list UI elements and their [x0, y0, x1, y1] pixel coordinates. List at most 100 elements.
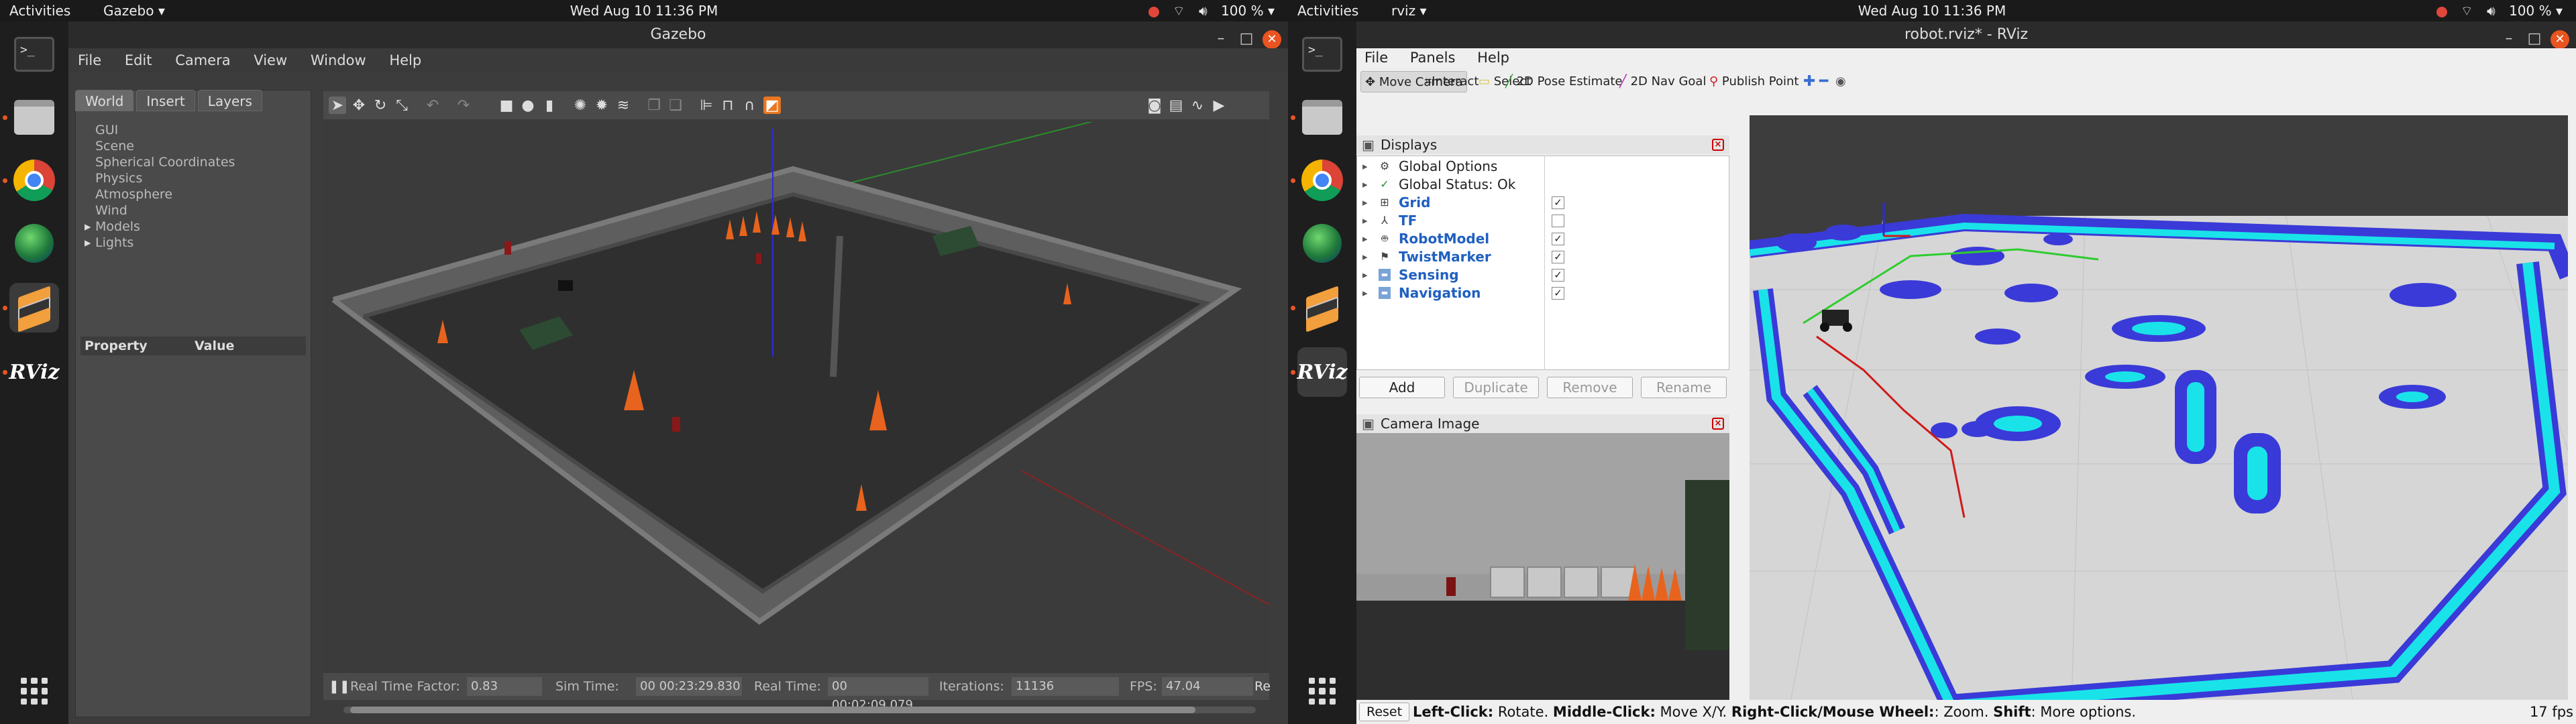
- video-record-icon[interactable]: ▶: [1210, 97, 1228, 114]
- tree-item-physics[interactable]: Physics: [85, 170, 235, 186]
- rviz-launcher[interactable]: RViz: [9, 347, 59, 397]
- enable-checkbox[interactable]: ✓: [1552, 196, 1564, 209]
- menu-view[interactable]: View: [254, 52, 287, 68]
- clock[interactable]: Wed Aug 10 11:36 PM: [1288, 0, 2576, 21]
- menu-help[interactable]: Help: [1477, 50, 1509, 66]
- directional-light-icon[interactable]: ≋: [614, 97, 632, 114]
- menu-window[interactable]: Window: [311, 52, 366, 68]
- display-row-robotmodel[interactable]: ▸ 🤖︎ RobotModel ✓: [1357, 230, 1730, 248]
- reset-time-button[interactable]: Re: [1254, 673, 1271, 700]
- copy-icon[interactable]: ❐: [645, 97, 663, 114]
- rename-button[interactable]: Rename: [1641, 377, 1727, 398]
- log-icon[interactable]: ▤: [1167, 97, 1185, 114]
- rotate-icon[interactable]: ↻: [372, 97, 389, 114]
- close-panel-icon[interactable]: ×: [1712, 139, 1724, 151]
- enable-checkbox[interactable]: ✓: [1552, 269, 1564, 282]
- plot-icon[interactable]: ∿: [1189, 97, 1206, 114]
- display-row-sensing[interactable]: ▸ ▬ Sensing ✓: [1357, 266, 1730, 284]
- app-launcher[interactable]: [1297, 219, 1347, 268]
- cylinder-shape-icon[interactable]: ▮: [541, 97, 558, 114]
- close-icon[interactable]: ✕: [2551, 30, 2569, 49]
- pose-estimate-tool[interactable]: ╱ 2D Pose Estimate: [1501, 71, 1627, 93]
- menu-file[interactable]: File: [1364, 50, 1388, 66]
- rviz-launcher[interactable]: RViz: [1297, 347, 1348, 397]
- tree-item-lights[interactable]: Lights: [85, 235, 235, 251]
- chrome-launcher[interactable]: [9, 156, 59, 205]
- publish-point-tool[interactable]: ⚲ Publish Point: [1705, 71, 1803, 93]
- reset-button[interactable]: Reset: [1359, 703, 1410, 721]
- display-row-grid[interactable]: ▸ ⊞ Grid ✓: [1357, 194, 1730, 212]
- gazebo-3d-viewport[interactable]: [323, 122, 1269, 673]
- window-titlebar[interactable]: robot.rviz* - RViz – □ ✕: [1356, 21, 2576, 49]
- minimize-icon[interactable]: –: [1212, 29, 1230, 48]
- enable-checkbox[interactable]: [1552, 215, 1564, 227]
- menu-panels[interactable]: Panels: [1410, 50, 1456, 66]
- maximize-icon[interactable]: □: [1237, 29, 1256, 48]
- add-button[interactable]: Add: [1359, 377, 1445, 398]
- system-tray[interactable]: ⌔ 🔊︎ 100 % ▾: [1139, 0, 1275, 21]
- display-row-global-status[interactable]: ▸ ✓ Global Status: Ok: [1357, 176, 1730, 194]
- tree-item-gui[interactable]: GUI: [85, 122, 235, 138]
- camera-type-icon[interactable]: ◉: [1831, 71, 1850, 93]
- gazebo-launcher[interactable]: [1297, 283, 1347, 333]
- point-light-icon[interactable]: ✺: [572, 97, 589, 114]
- menu-file[interactable]: File: [78, 52, 101, 68]
- align-icon[interactable]: ⊫: [698, 97, 715, 114]
- pause-icon[interactable]: ❚❚: [329, 673, 350, 700]
- display-row-twistmarker[interactable]: ▸ ⚑ TwistMarker ✓: [1357, 248, 1730, 266]
- tab-insert[interactable]: Insert: [136, 90, 195, 111]
- menu-camera[interactable]: Camera: [175, 52, 230, 68]
- interact-tool[interactable]: ⌗Interact: [1421, 71, 1483, 93]
- display-row-tf[interactable]: ▸ ⅄ TF: [1357, 212, 1730, 230]
- chrome-launcher[interactable]: [1297, 156, 1347, 205]
- enable-checkbox[interactable]: ✓: [1552, 251, 1564, 263]
- rviz-3d-view[interactable]: [1750, 115, 2568, 719]
- enable-checkbox[interactable]: ✓: [1552, 233, 1564, 245]
- magnet-icon[interactable]: ∩: [741, 97, 758, 114]
- sphere-shape-icon[interactable]: ●: [519, 97, 537, 114]
- change-view-icon[interactable]: ◩: [763, 97, 781, 114]
- maximize-icon[interactable]: □: [2525, 29, 2544, 48]
- close-panel-icon[interactable]: ×: [1712, 418, 1724, 430]
- select-mode-icon[interactable]: ➤: [329, 97, 346, 114]
- menu-help[interactable]: Help: [389, 52, 421, 68]
- horizontal-scrollbar[interactable]: [343, 707, 1256, 713]
- tree-item-wind[interactable]: Wind: [85, 202, 235, 219]
- tab-layers[interactable]: Layers: [197, 90, 262, 111]
- files-launcher[interactable]: [9, 93, 59, 142]
- tree-item-models[interactable]: Models: [85, 219, 235, 235]
- tab-world[interactable]: World: [75, 90, 134, 111]
- spot-light-icon[interactable]: ✹: [593, 97, 610, 114]
- remove-tool-icon[interactable]: ━: [1815, 71, 1832, 93]
- scale-icon[interactable]: ⤡: [393, 97, 411, 114]
- system-tray[interactable]: ⌔ 🔊︎ 100 % ▾: [2427, 0, 2563, 21]
- display-row-navigation[interactable]: ▸ ▬ Navigation ✓: [1357, 284, 1730, 302]
- tree-item-scene[interactable]: Scene: [85, 138, 235, 154]
- remove-button[interactable]: Remove: [1547, 377, 1633, 398]
- terminal-launcher[interactable]: >_: [1297, 29, 1347, 79]
- translate-icon[interactable]: ✥: [350, 97, 368, 114]
- files-launcher[interactable]: [1297, 93, 1347, 142]
- paste-icon[interactable]: ❏: [667, 97, 684, 114]
- display-row-global-options[interactable]: ▸ ⚙ Global Options: [1357, 158, 1730, 176]
- terminal-launcher[interactable]: >_: [9, 29, 59, 79]
- minimize-icon[interactable]: –: [2500, 29, 2518, 48]
- redo-icon[interactable]: ↷: [455, 97, 472, 114]
- gazebo-launcher[interactable]: [9, 283, 59, 333]
- tree-item-spherical-coordinates[interactable]: Spherical Coordinates: [85, 154, 235, 170]
- show-apps-button[interactable]: [1297, 666, 1347, 716]
- menu-edit[interactable]: Edit: [125, 52, 152, 68]
- box-shape-icon[interactable]: ■: [498, 97, 515, 114]
- app-launcher[interactable]: [9, 219, 59, 268]
- window-titlebar[interactable]: Gazebo – □ ✕: [68, 21, 1288, 49]
- undo-icon[interactable]: ↶: [424, 97, 441, 114]
- snap-icon[interactable]: ⊓: [719, 97, 737, 114]
- tree-item-atmosphere[interactable]: Atmosphere: [85, 186, 235, 202]
- nav-goal-tool[interactable]: ╱ 2D Nav Goal: [1615, 71, 1710, 93]
- duplicate-button[interactable]: Duplicate: [1453, 377, 1539, 398]
- show-apps-button[interactable]: [9, 666, 59, 716]
- clock[interactable]: Wed Aug 10 11:36 PM: [0, 0, 1288, 21]
- enable-checkbox[interactable]: ✓: [1552, 287, 1564, 300]
- close-icon[interactable]: ✕: [1263, 30, 1281, 49]
- screenshot-icon[interactable]: ◙: [1146, 97, 1163, 114]
